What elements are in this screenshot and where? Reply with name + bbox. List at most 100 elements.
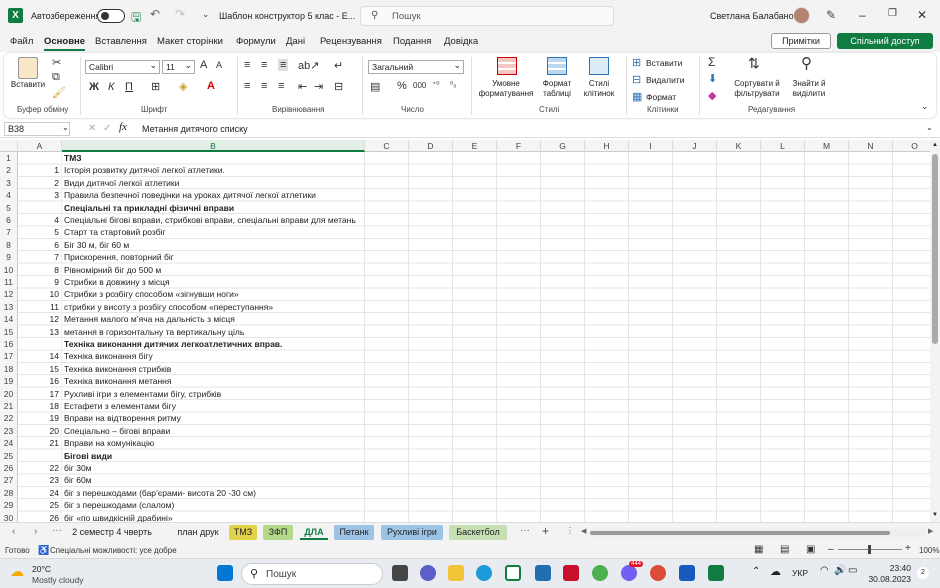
share-button[interactable]: Спільний доступ [837,33,933,49]
align-center-icon[interactable]: ≡ [261,80,267,92]
taskbar-search[interactable]: ⚲ Пошук [241,563,383,585]
sort-filter-label-1[interactable]: Сортувати й [729,79,785,89]
tray-chevron-icon[interactable]: ⌃ [752,566,760,577]
row-header[interactable]: 7 [0,226,18,239]
cell-a[interactable]: 2 [18,176,62,190]
number-format-dropdown[interactable]: Загальний [368,59,464,74]
indent-decrease-icon[interactable]: ⇤ [298,80,307,93]
font-color-icon[interactable]: A [207,80,215,92]
find-select-label-2[interactable]: виділити [786,89,832,99]
row-header[interactable]: 6 [0,214,18,227]
cell-a[interactable] [18,449,62,462]
cell-b[interactable]: стрибки у висоту з розбігу способом «пер… [62,301,365,313]
conditional-formatting-label-1[interactable]: Умовне [474,79,538,89]
horizontal-scroll-thumb[interactable] [590,531,890,535]
hscroll-right-icon[interactable]: ▶ [928,527,933,535]
cell-a[interactable]: 14 [18,350,62,363]
cell-styles-label-1[interactable]: Стилі [579,79,619,89]
clear-icon[interactable]: ◆ [708,89,716,102]
formula-input[interactable]: Метання дитячого списку [142,124,248,134]
increase-decimal-icon[interactable]: ⁺⁰ [432,80,439,89]
cell-a[interactable]: 17 [18,387,62,400]
cell-a[interactable]: 11 [18,300,62,314]
name-box-dropdown-icon[interactable]: ⌄ [62,123,69,132]
row-header[interactable]: 16 [0,338,18,351]
close-icon[interactable]: ✕ [917,8,927,22]
cell-b[interactable]: Стрибки в довжину з місця [62,276,365,288]
cell-a[interactable]: 25 [18,499,62,512]
cell-b[interactable]: Техніка виконання бігу [62,350,365,362]
store-icon[interactable] [535,565,551,581]
font-name-dropdown[interactable]: Calibri [85,59,160,74]
cell-a[interactable]: 18 [18,400,62,413]
merge-center-icon[interactable]: ⊟ [334,80,343,93]
paste-label[interactable]: Вставити [10,80,46,90]
cell-a[interactable]: 22 [18,462,62,475]
autosum-icon[interactable]: Σ [708,55,715,69]
cell-a[interactable]: 8 [18,263,62,276]
row-header[interactable]: 30 [0,511,18,522]
row-header[interactable]: 2 [0,164,18,177]
cell-b[interactable]: Техніка виконання дитячих легкоатлетични… [62,338,365,350]
column-header-g[interactable]: G [541,140,585,152]
cell-b[interactable]: Естафети з елементами бігу [62,400,365,412]
menu-data[interactable]: Дані [286,36,305,47]
cell-b[interactable]: біг «по швидкісній драбині» [62,512,365,522]
chrome-icon[interactable] [650,565,666,581]
select-all-corner[interactable] [0,140,18,152]
column-header-m[interactable]: M [805,140,849,152]
tab-next-icon[interactable]: › [34,526,37,537]
restore-icon[interactable]: ❐ [888,8,897,19]
cell-b[interactable]: Стрибки з розбігу способом «зігнувши ног… [62,288,365,300]
menu-review[interactable]: Рецензування [320,36,382,47]
sheet-tab[interactable]: Петанк [334,525,374,540]
tab-more-right-icon[interactable]: ··· [520,525,530,536]
redo-icon[interactable]: ↷ [175,7,185,21]
conditional-formatting-icon[interactable] [497,57,517,75]
notification-count[interactable]: 2 [917,567,929,579]
avatar[interactable] [793,7,810,24]
autosave-toggle[interactable] [97,9,125,23]
column-header-k[interactable]: K [717,140,761,152]
cell-b[interactable]: Спеціально – бігові вправи [62,425,365,437]
row-header[interactable]: 4 [0,189,18,202]
cell-b[interactable]: Історія розвитку дитячої легкої атлетики… [62,164,365,176]
row-header[interactable]: 10 [0,263,18,276]
row-header[interactable]: 1 [0,152,18,165]
wifi-icon[interactable]: ◠ [820,565,829,576]
name-box[interactable]: B38 [4,122,70,136]
cell-a[interactable]: 19 [18,412,62,425]
hscroll-left-icon[interactable]: ◀ [581,527,586,535]
format-as-table-icon[interactable] [547,57,567,75]
page-break-view-icon[interactable]: ▣ [806,544,815,555]
percent-icon[interactable]: % [397,80,407,92]
cell-b[interactable]: Метання малого м’яча на дальність з місц… [62,313,365,325]
align-right-icon[interactable]: ≡ [278,80,284,92]
function-icon[interactable]: fx [119,121,127,133]
cell-a[interactable]: 23 [18,474,62,487]
zoom-in-icon[interactable]: + [905,543,911,554]
sheet-tab[interactable]: 2 семестр 4 чверть [72,525,152,540]
cell-a[interactable]: 7 [18,251,62,264]
sheet-tab[interactable]: Баскетбол [449,525,507,540]
file-explorer-icon[interactable] [448,565,464,581]
onedrive-icon[interactable]: ☁ [770,565,781,578]
insert-cells-label[interactable]: Вставити [646,58,682,68]
cancel-icon[interactable]: ✕ [88,123,96,134]
cell-a[interactable]: 5 [18,226,62,239]
column-header-h[interactable]: H [585,140,629,152]
column-header-d[interactable]: D [409,140,453,152]
column-header-b[interactable]: B [62,140,365,152]
spreadsheet-grid[interactable]: ABCDEFGHIJKLMNO 1 ТМЗ 2 1 Історія розвитку д… [0,140,930,522]
task-view-icon[interactable] [392,565,408,581]
cut-icon[interactable]: ✂ [52,56,61,69]
column-header-f[interactable]: F [497,140,541,152]
enter-icon[interactable]: ✓ [103,123,111,134]
column-header-i[interactable]: I [629,140,673,152]
page-layout-view-icon[interactable]: ▤ [780,544,789,555]
row-header[interactable]: 13 [0,300,18,314]
cell-a[interactable]: 20 [18,424,62,438]
column-header-a[interactable]: A [18,140,62,152]
cell-a[interactable]: 10 [18,288,62,301]
zoom-level[interactable]: 100% [919,546,939,555]
